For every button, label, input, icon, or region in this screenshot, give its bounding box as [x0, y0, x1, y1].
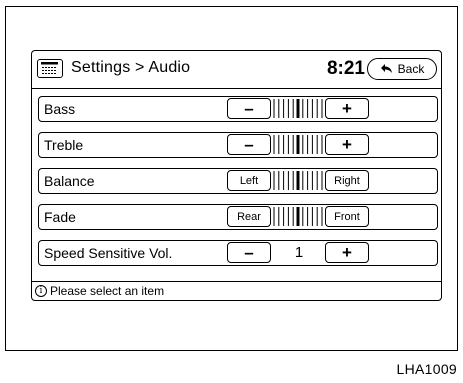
row-label: Treble: [44, 137, 84, 153]
list-menu-icon[interactable]: [37, 59, 63, 78]
decrease-button[interactable]: –: [227, 242, 271, 263]
audio-settings-screen: Settings > Audio 8:21 Back Bass – + Treb…: [31, 50, 442, 301]
setting-row-speed-sensitive-vol[interactable]: Speed Sensitive Vol. – 1 +: [38, 240, 438, 266]
level-slider[interactable]: [272, 134, 324, 155]
setting-row-treble[interactable]: Treble – +: [38, 132, 438, 158]
level-slider[interactable]: [272, 170, 324, 191]
clock: 8:21: [326, 58, 365, 79]
value-readout: 1: [294, 244, 304, 261]
slider-graphic: [273, 99, 323, 118]
status-bar: i Please select an item: [35, 284, 164, 298]
increase-button[interactable]: +: [325, 98, 369, 119]
status-divider: [32, 281, 441, 282]
level-slider[interactable]: [272, 98, 324, 119]
status-message: Please select an item: [50, 284, 165, 298]
return-arrow-icon: [380, 64, 392, 73]
balance-left-button[interactable]: Left: [227, 170, 271, 191]
row-label: Speed Sensitive Vol.: [44, 245, 173, 261]
row-label: Balance: [44, 173, 95, 189]
slider-graphic: [273, 135, 323, 154]
decrease-button[interactable]: –: [227, 98, 271, 119]
back-button[interactable]: Back: [367, 58, 437, 80]
setting-row-fade[interactable]: Fade Rear Front: [38, 204, 438, 230]
row-label: Fade: [44, 209, 76, 225]
fade-front-button[interactable]: Front: [325, 206, 369, 227]
setting-row-balance[interactable]: Balance Left Right: [38, 168, 438, 194]
slider-graphic: [273, 207, 323, 226]
header-bar: Settings > Audio 8:21 Back: [32, 51, 441, 89]
header-divider: [32, 88, 441, 89]
fade-rear-button[interactable]: Rear: [227, 206, 271, 227]
increase-button[interactable]: +: [325, 242, 369, 263]
level-slider[interactable]: [272, 206, 324, 227]
row-label: Bass: [44, 101, 76, 117]
info-icon: i: [35, 285, 47, 297]
back-label: Back: [397, 62, 425, 76]
figure-code: LHA1009: [396, 361, 457, 377]
decrease-button[interactable]: –: [227, 134, 271, 155]
balance-right-button[interactable]: Right: [325, 170, 369, 191]
slider-graphic: [273, 171, 323, 190]
page-title: Settings > Audio: [71, 59, 191, 76]
setting-row-bass[interactable]: Bass – +: [38, 96, 438, 122]
increase-button[interactable]: +: [325, 134, 369, 155]
